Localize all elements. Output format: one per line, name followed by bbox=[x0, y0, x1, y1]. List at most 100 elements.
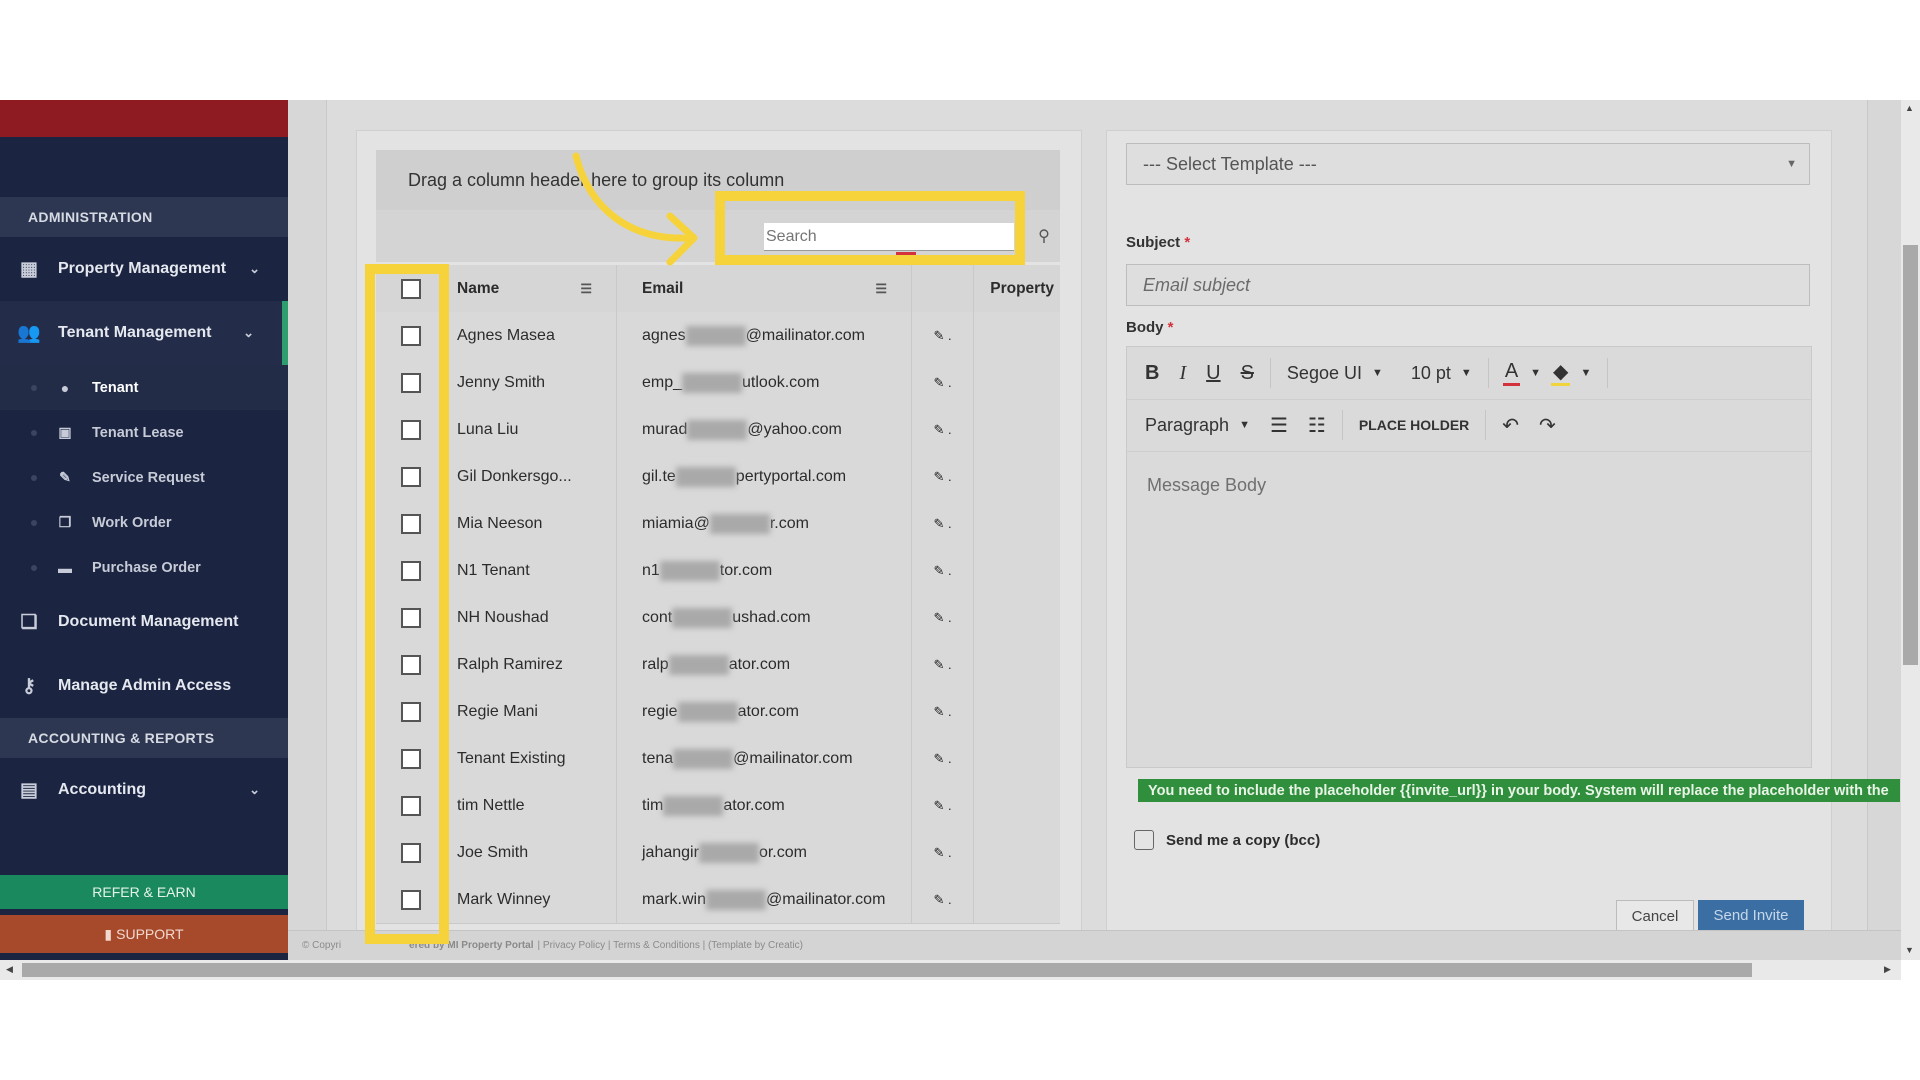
unordered-list-icon[interactable]: ☰ bbox=[1260, 405, 1298, 445]
edit-icon[interactable]: ✎ . bbox=[911, 688, 973, 735]
building-icon: ▦ bbox=[20, 258, 38, 280]
bold-icon[interactable]: B bbox=[1135, 353, 1169, 393]
refer-earn-button[interactable]: REFER & EARN bbox=[0, 875, 288, 909]
table-row[interactable]: Tenant Existing tena @mailinator.com ✎ . bbox=[376, 735, 1060, 783]
email-visible-prefix: ralp bbox=[642, 655, 669, 673]
text-color-icon[interactable]: A bbox=[1502, 360, 1521, 386]
highlight-color-icon[interactable]: ◆ bbox=[1551, 361, 1571, 386]
sidebar-top-banner bbox=[0, 100, 288, 137]
scroll-right-icon[interactable]: ▶ bbox=[1884, 964, 1891, 975]
column-header-email[interactable]: Email ☰ bbox=[616, 265, 911, 312]
edit-icon[interactable]: ✎ . bbox=[911, 782, 973, 829]
table-row[interactable]: Jenny Smith emp_ utlook.com ✎ . bbox=[376, 359, 1060, 407]
table-row[interactable]: Mia Neeson miamia@ r.com ✎ . bbox=[376, 500, 1060, 548]
calendar-icon: ▣ bbox=[58, 424, 72, 440]
sidebar-item-property-management[interactable]: ▦ Property Management ⌄ bbox=[0, 237, 288, 301]
italic-icon[interactable]: I bbox=[1169, 353, 1196, 393]
font-family-select[interactable]: Segoe UI ▼ bbox=[1277, 363, 1393, 384]
email-visible-prefix: n1 bbox=[642, 561, 660, 579]
scroll-down-icon[interactable]: ▼ bbox=[1905, 945, 1914, 955]
sidebar-item-accounting[interactable]: ▤ Accounting ⌄ bbox=[0, 758, 288, 822]
footer-links[interactable]: | Privacy Policy | Terms & Conditions | … bbox=[538, 940, 803, 951]
email-visible-prefix: cont bbox=[642, 608, 673, 626]
edit-icon[interactable]: ✎ . bbox=[911, 500, 973, 547]
table-row[interactable]: tim Nettle tim ator.com ✎ . bbox=[376, 782, 1060, 830]
sidebar-item-tenant-management[interactable]: 👥 Tenant Management ⌄ bbox=[0, 301, 288, 365]
send-invite-button[interactable]: Send Invite bbox=[1698, 900, 1804, 930]
edit-icon[interactable]: ✎ . bbox=[911, 453, 973, 500]
subject-input[interactable]: Email subject bbox=[1126, 264, 1810, 306]
search-icon[interactable]: ⚲ bbox=[1032, 224, 1056, 248]
edit-icon[interactable]: ✎ . bbox=[911, 829, 973, 876]
sidebar-item-service-request[interactable]: ✎ Service Request bbox=[0, 455, 288, 500]
table-row[interactable]: Agnes Masea agnes @mailinator.com ✎ . bbox=[376, 312, 1060, 360]
horizontal-scroll-thumb[interactable] bbox=[22, 963, 1752, 977]
edit-icon[interactable]: ✎ . bbox=[911, 876, 973, 923]
tenant-property bbox=[973, 641, 1060, 688]
ordered-list-icon[interactable]: ☷ bbox=[1298, 405, 1336, 445]
sidebar-item-manage-admin-access[interactable]: ⚷ Manage Admin Access bbox=[0, 654, 288, 718]
chevron-down-icon: ⌄ bbox=[249, 261, 260, 276]
paragraph-format-select[interactable]: Paragraph ▼ bbox=[1135, 415, 1260, 436]
sidebar-item-document-management[interactable]: ❏ Document Management bbox=[0, 590, 288, 654]
scroll-left-icon[interactable]: ◀ bbox=[6, 964, 13, 975]
horizontal-scrollbar[interactable]: ◀ ▶ bbox=[0, 960, 1901, 980]
redacted-block bbox=[673, 748, 734, 769]
table-row[interactable]: Joe Smith jahangir or.com ✎ . bbox=[376, 829, 1060, 877]
caret-down-icon[interactable]: ▼ bbox=[1570, 353, 1601, 393]
support-button[interactable]: ▮ SUPPORT bbox=[0, 915, 288, 953]
table-row[interactable]: N1 Tenant n1 tor.com ✎ . bbox=[376, 547, 1060, 595]
edit-icon[interactable]: ✎ . bbox=[911, 359, 973, 406]
edit-icon[interactable]: ✎ . bbox=[911, 735, 973, 782]
caret-down-icon: ▼ bbox=[1786, 158, 1797, 170]
sidebar-item-purchase-order[interactable]: ▬ Purchase Order bbox=[0, 545, 288, 590]
filter-icon[interactable]: ☰ bbox=[875, 281, 887, 297]
redacted-block bbox=[677, 701, 738, 722]
underline-icon[interactable]: U bbox=[1196, 353, 1230, 393]
caret-down-icon[interactable]: ▼ bbox=[1520, 353, 1551, 393]
message-body-area[interactable]: Message Body bbox=[1147, 475, 1266, 496]
table-row[interactable]: Mark Winney mark.win @mailinator.com ✎ . bbox=[376, 876, 1060, 924]
font-size-select[interactable]: 10 pt ▼ bbox=[1401, 363, 1482, 384]
support-icon: ▮ bbox=[104, 925, 113, 942]
column-header-property[interactable]: Property bbox=[973, 265, 1060, 312]
undo-icon[interactable]: ↶ bbox=[1492, 405, 1529, 445]
sidebar-item-label: Document Management bbox=[58, 613, 239, 630]
bcc-checkbox[interactable] bbox=[1134, 830, 1154, 850]
column-header-name[interactable]: Name ☰ bbox=[444, 265, 616, 312]
edit-icon[interactable]: ✎ . bbox=[911, 406, 973, 453]
email-visible-suffix: @mailinator.com bbox=[733, 749, 853, 767]
table-row[interactable]: NH Noushad cont ushad.com ✎ . bbox=[376, 594, 1060, 642]
vertical-scroll-thumb[interactable] bbox=[1903, 245, 1918, 665]
redacted-block bbox=[672, 607, 733, 628]
strikethrough-icon[interactable]: S bbox=[1231, 353, 1264, 393]
place-holder-button[interactable]: PLACE HOLDER bbox=[1349, 417, 1479, 433]
sidebar-item-work-order[interactable]: ❐ Work Order bbox=[0, 500, 288, 545]
sidebar-item-tenant-lease[interactable]: ▣ Tenant Lease bbox=[0, 410, 288, 455]
required-marker: * bbox=[1184, 234, 1191, 251]
sidebar-item-label: Manage Admin Access bbox=[58, 677, 232, 694]
table-row[interactable]: Regie Mani regie ator.com ✎ . bbox=[376, 688, 1060, 736]
email-visible-suffix: @mailinator.com bbox=[745, 326, 865, 344]
table-row[interactable]: Luna Liu murad @yahoo.com ✎ . bbox=[376, 406, 1060, 454]
table-row[interactable]: Ralph Ramirez ralp ator.com ✎ . bbox=[376, 641, 1060, 689]
vertical-scrollbar[interactable]: ▲ ▼ bbox=[1901, 100, 1920, 960]
tenant-name: Tenant Existing bbox=[444, 735, 616, 782]
edit-icon[interactable]: ✎ . bbox=[911, 312, 973, 359]
cancel-button[interactable]: Cancel bbox=[1616, 900, 1694, 931]
sidebar-item-tenant[interactable]: ● Tenant bbox=[0, 365, 288, 410]
filter-icon[interactable]: ☰ bbox=[580, 281, 592, 297]
redo-icon[interactable]: ↷ bbox=[1529, 405, 1566, 445]
edit-icon[interactable]: ✎ . bbox=[911, 594, 973, 641]
footer-copyright: © Copyri bbox=[302, 940, 342, 951]
redacted-block bbox=[709, 513, 770, 534]
scroll-up-icon[interactable]: ▲ bbox=[1905, 103, 1914, 113]
tenant-submenu: ● Tenant ▣ Tenant Lease ✎ Service Reques… bbox=[0, 365, 288, 590]
edit-icon[interactable]: ✎ . bbox=[911, 641, 973, 688]
tenant-name: Luna Liu bbox=[444, 406, 616, 453]
table-row[interactable]: Gil Donkersgo... gil.te pertyportal.com ✎ . bbox=[376, 453, 1060, 501]
template-select[interactable]: --- Select Template --- ▼ bbox=[1126, 143, 1810, 185]
edit-icon[interactable]: ✎ . bbox=[911, 547, 973, 594]
support-label: SUPPORT bbox=[116, 926, 184, 942]
bcc-option[interactable]: Send me a copy (bcc) bbox=[1134, 830, 1320, 850]
